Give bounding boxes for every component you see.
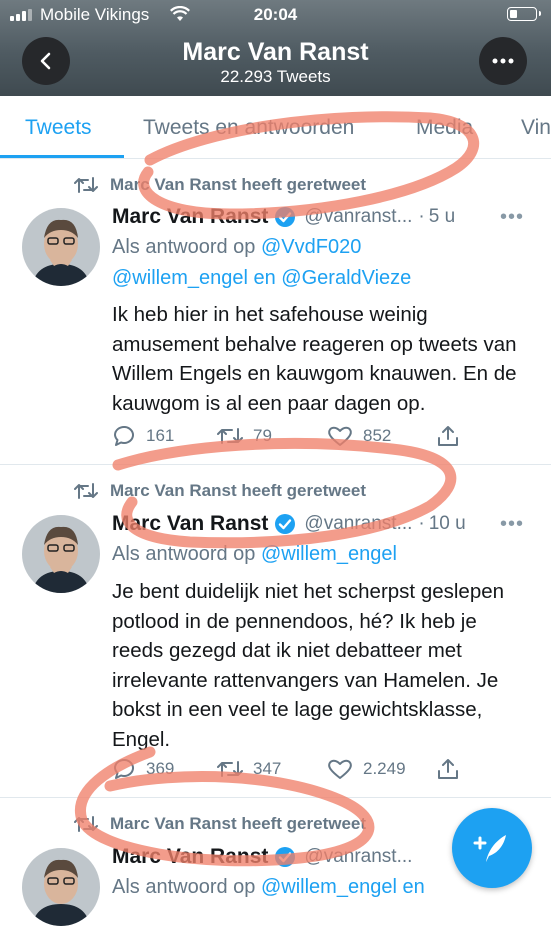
profile-header: Mobile Vikings 20:04 Marc Van Ranst 22.2… <box>0 0 551 96</box>
retweet-label: Marc Van Ranst heeft geretweet <box>110 814 367 833</box>
author-name[interactable]: Marc Van Ranst <box>112 205 268 229</box>
share-button[interactable] <box>437 758 459 780</box>
reply-button[interactable]: 161 <box>112 425 217 447</box>
tweet-card[interactable]: Marc Van Ranst heeft geretweet Marc Van … <box>0 465 551 798</box>
reply-icon <box>113 425 134 446</box>
retweet-button[interactable]: 347 <box>217 759 327 779</box>
tweet-header: Marc Van Ranst @vanranst... · 10 u ••• <box>112 512 532 536</box>
reply-count: 161 <box>146 426 175 445</box>
tab-tweets[interactable]: Tweets <box>25 116 92 140</box>
verified-icon <box>274 846 296 868</box>
author-handle: @vanranst... <box>304 513 413 534</box>
retweet-icon <box>217 761 243 777</box>
compose-button[interactable] <box>452 808 532 888</box>
reply-context: Als antwoord op @willem_engel <box>112 539 532 570</box>
reply-icon <box>113 758 134 779</box>
mention-joiner: en <box>253 267 276 289</box>
retweet-context: Marc Van Ranst heeft geretweet <box>74 814 366 834</box>
tweet-menu-button[interactable]: ••• <box>500 513 524 536</box>
tweet-count: 22.293 Tweets <box>220 67 331 86</box>
retweet-label: Marc Van Ranst heeft geretweet <box>110 175 367 194</box>
retweet-label: Marc Van Ranst heeft geretweet <box>110 481 367 500</box>
tweet-text: Je bent duidelijk niet het scherpst gesl… <box>112 580 505 751</box>
tweet-header: Marc Van Ranst @vanranst... · 5 u ••• <box>112 205 532 229</box>
tweet-text: Ik heb hier in het safehouse weinig amus… <box>112 303 517 415</box>
more-icon <box>492 58 514 64</box>
like-button[interactable]: 852 <box>327 425 437 447</box>
retweet-button[interactable]: 79 <box>217 426 327 446</box>
tab-likes[interactable]: Vin <box>521 116 551 140</box>
reply-prefix: Als antwoord op <box>112 876 256 898</box>
mention-link[interactable]: @willem_engel <box>261 876 397 898</box>
separator-dot: · <box>418 206 425 227</box>
retweet-icon <box>217 428 243 444</box>
compose-icon <box>473 835 506 862</box>
retweet-icon <box>74 483 98 499</box>
verified-icon <box>274 513 296 535</box>
retweet-context: Marc Van Ranst heeft geretweet <box>74 175 366 195</box>
author-handle: @vanranst... <box>304 846 413 867</box>
reply-context: Als antwoord op @VvdF020 @willem_engel e… <box>112 232 532 294</box>
tweet-time: 10 u <box>428 513 466 534</box>
profile-name: Marc Van Ranst <box>182 38 369 66</box>
battery-icon <box>507 7 541 21</box>
clock: 20:04 <box>253 5 298 24</box>
mention-link[interactable]: @willem_engel <box>112 267 248 289</box>
mention-joiner: en <box>402 876 425 898</box>
reply-count: 369 <box>146 759 175 778</box>
mention-link[interactable]: @VvdF020 <box>261 236 361 258</box>
like-icon <box>328 426 352 446</box>
status-bar: Mobile Vikings 20:04 <box>0 0 551 30</box>
reply-prefix: Als antwoord op <box>112 543 256 565</box>
retweet-count: 347 <box>253 759 282 778</box>
tweet-actions: 369 347 2.249 <box>112 758 459 780</box>
tab-media[interactable]: Media <box>416 116 473 140</box>
share-icon <box>438 759 458 779</box>
avatar[interactable] <box>22 848 100 926</box>
verified-icon <box>274 206 296 228</box>
tweet-menu-button[interactable]: ••• <box>500 206 524 229</box>
like-button[interactable]: 2.249 <box>327 758 437 780</box>
active-tab-indicator <box>0 155 124 158</box>
share-icon <box>438 426 458 446</box>
profile-tabs: Tweets Tweets en antwoorden Media Vin <box>0 96 551 159</box>
author-handle: @vanranst... <box>304 206 413 227</box>
reply-prefix: Als antwoord op <box>112 236 256 258</box>
reply-button[interactable]: 369 <box>112 758 217 780</box>
author-name[interactable]: Marc Van Ranst <box>112 512 268 536</box>
retweet-context: Marc Van Ranst heeft geretweet <box>74 481 366 501</box>
separator-dot: · <box>418 513 425 534</box>
avatar[interactable] <box>22 515 100 593</box>
tweet-actions: 161 79 852 <box>112 425 459 447</box>
retweet-icon <box>74 177 98 193</box>
tab-tweets-and-replies[interactable]: Tweets en antwoorden <box>143 116 354 140</box>
like-icon <box>328 759 352 779</box>
like-count: 2.249 <box>363 759 406 778</box>
share-button[interactable] <box>437 425 459 447</box>
tweet-time: 5 u <box>428 206 456 227</box>
like-count: 852 <box>363 426 392 445</box>
retweet-icon <box>74 816 98 832</box>
more-button[interactable] <box>479 37 527 85</box>
avatar[interactable] <box>22 208 100 286</box>
mention-link[interactable]: @willem_engel <box>261 543 397 565</box>
retweet-count: 79 <box>253 426 272 445</box>
tweet-card[interactable]: Marc Van Ranst heeft geretweet Marc Van … <box>0 159 551 465</box>
author-name[interactable]: Marc Van Ranst <box>112 845 268 869</box>
mention-link[interactable]: @GeraldVieze <box>281 267 411 289</box>
